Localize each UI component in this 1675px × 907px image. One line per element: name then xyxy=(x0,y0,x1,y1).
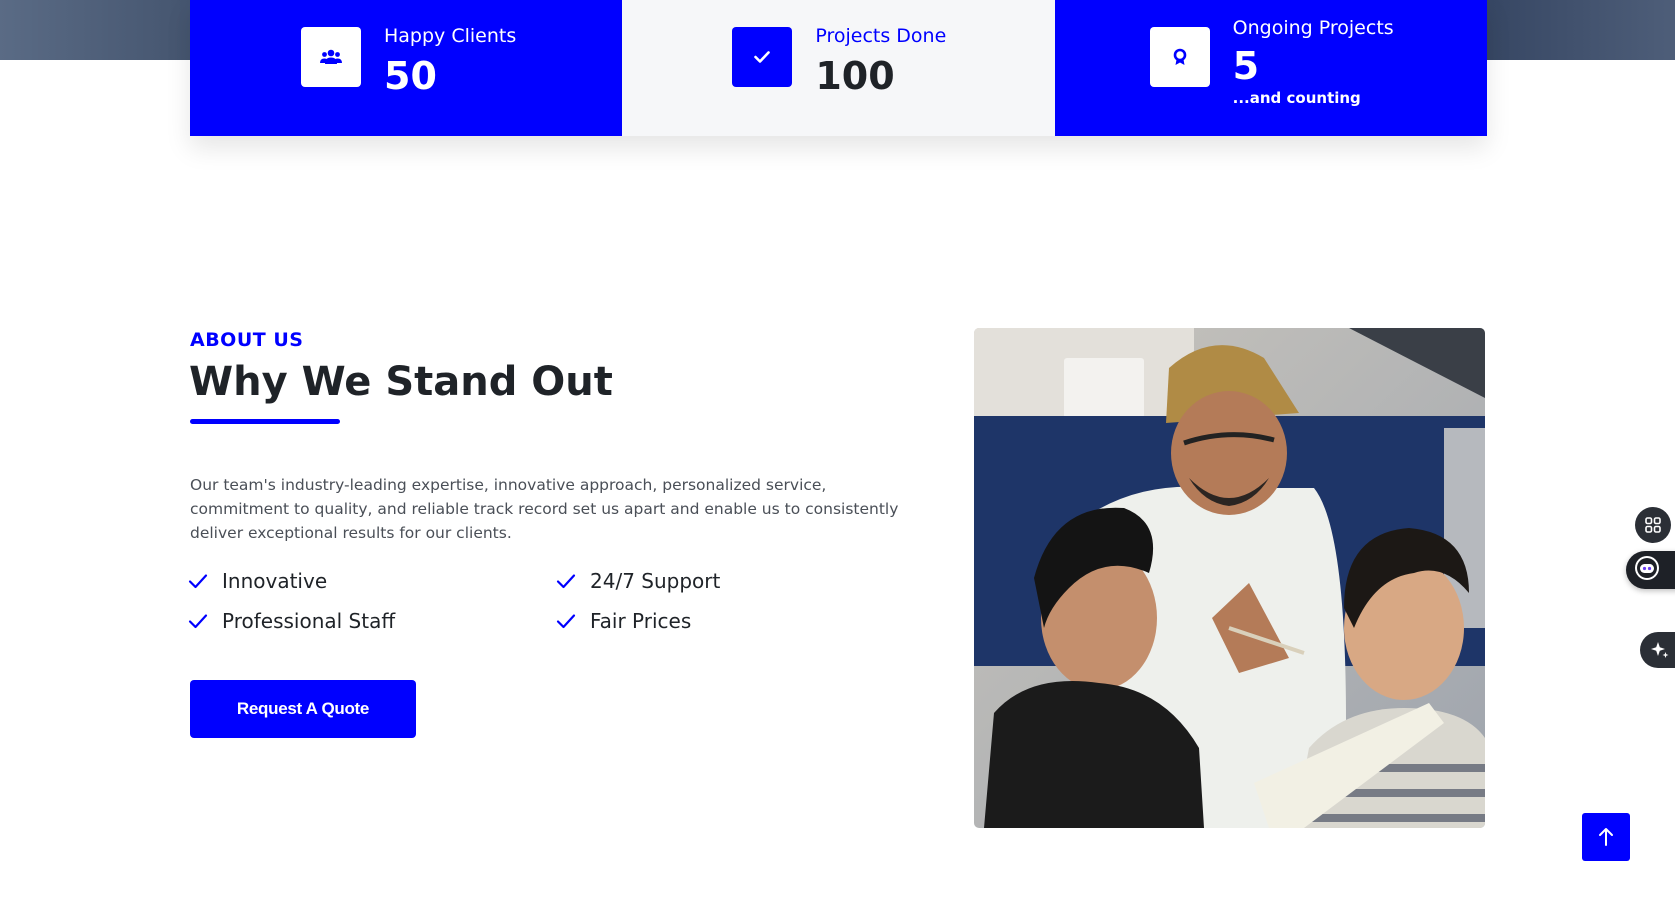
back-to-top-button[interactable] xyxy=(1582,813,1630,861)
checkmark-icon xyxy=(556,611,576,631)
checkmark-icon xyxy=(556,571,576,591)
feature-item: Innovative xyxy=(188,569,327,593)
stat-label: Ongoing Projects xyxy=(1232,17,1394,39)
feature-item: 24/7 Support xyxy=(556,569,720,593)
arrow-up-icon xyxy=(1598,827,1614,847)
stat-subtext: ...and counting xyxy=(1232,89,1361,107)
feature-label: Innovative xyxy=(222,569,328,593)
team-photo xyxy=(974,328,1485,828)
stat-value: 5 xyxy=(1232,44,1260,88)
stat-projects-done: Projects Done 100 xyxy=(622,0,1055,136)
stat-label: Projects Done xyxy=(815,25,947,47)
award-icon xyxy=(1149,27,1210,87)
request-quote-button[interactable]: Request A Quote xyxy=(190,680,416,738)
title-underline xyxy=(190,419,340,424)
users-icon xyxy=(301,27,361,87)
stat-value: 100 xyxy=(815,54,895,98)
feature-label: Fair Prices xyxy=(590,609,692,633)
stat-ongoing-projects: Ongoing Projects 5 ...and counting xyxy=(1054,0,1487,136)
checkmark-icon xyxy=(188,571,208,591)
sparkles-icon[interactable] xyxy=(1640,632,1675,668)
feature-item: Professional Staff xyxy=(188,609,395,633)
section-description: Our team's industry-leading expertise, i… xyxy=(190,476,899,542)
stats-bar: Happy Clients 50 Projects Done 100 Ongoi… xyxy=(190,0,1487,136)
assistant-bot-icon xyxy=(1634,555,1660,586)
feature-label: Professional Staff xyxy=(222,609,396,633)
checkmark-icon xyxy=(188,611,208,631)
section-title: Why We Stand Out xyxy=(189,359,613,405)
stat-label: Happy Clients xyxy=(384,25,517,47)
stat-happy-clients: Happy Clients 50 xyxy=(190,0,623,136)
feature-label: 24/7 Support xyxy=(590,569,721,593)
assistant-bot-button[interactable] xyxy=(1626,551,1675,589)
stat-value: 50 xyxy=(384,54,437,98)
section-kicker: ABOUT US xyxy=(190,329,304,351)
apps-grid-icon[interactable] xyxy=(1635,507,1671,543)
feature-item: Fair Prices xyxy=(556,609,691,633)
check-icon xyxy=(732,27,793,87)
